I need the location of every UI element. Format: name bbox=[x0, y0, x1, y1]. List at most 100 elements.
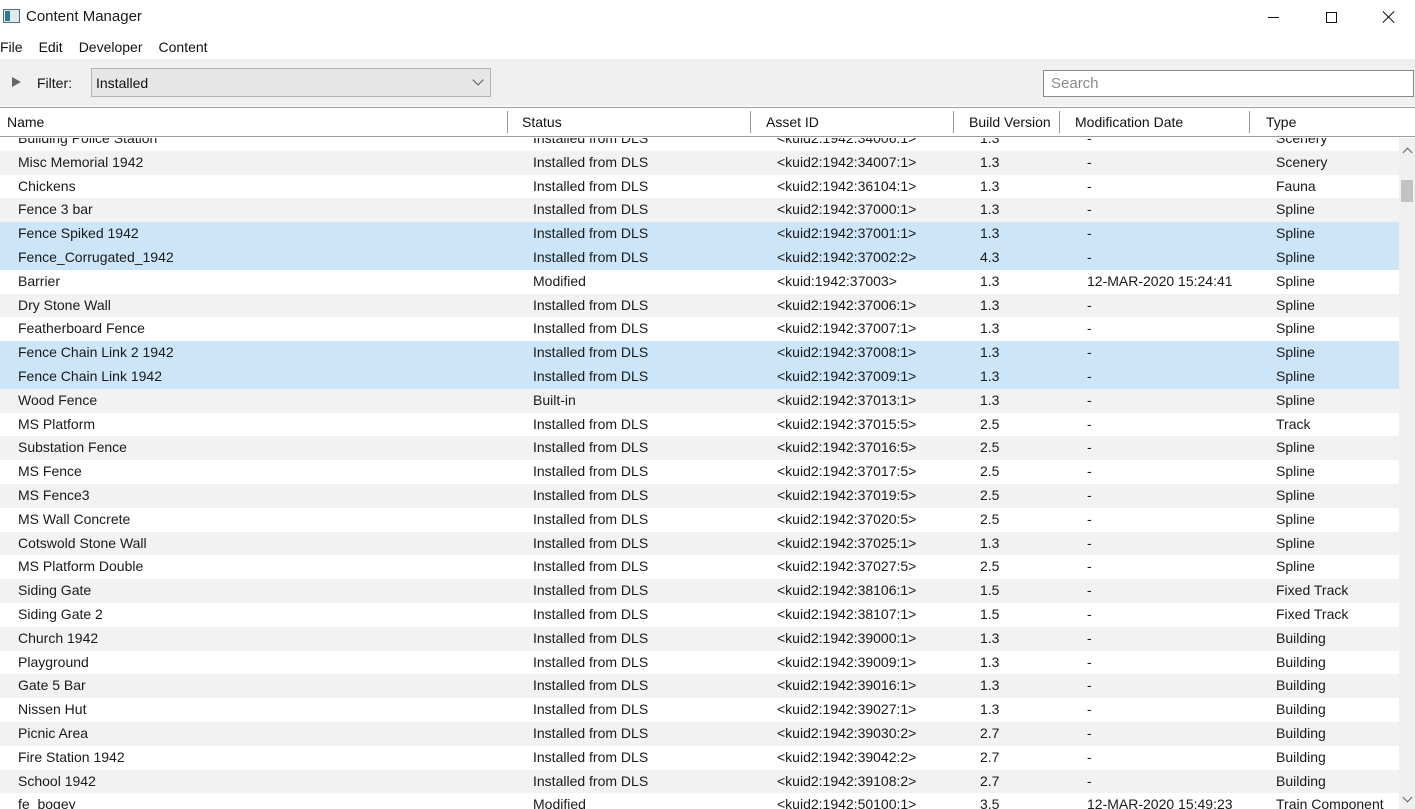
cell-build-version: 2.5 bbox=[980, 558, 1000, 575]
cell-build-version: 1.5 bbox=[980, 605, 1000, 622]
column-resize-handle[interactable] bbox=[953, 111, 954, 133]
cell-build-version: 1.3 bbox=[980, 177, 1000, 194]
column-resize-handle[interactable] bbox=[750, 111, 751, 133]
cell-modification-date: - bbox=[1087, 582, 1092, 599]
column-resize-handle[interactable] bbox=[1059, 111, 1060, 133]
vertical-scrollbar[interactable] bbox=[1399, 138, 1415, 809]
cell-status: Installed from DLS bbox=[533, 153, 649, 170]
cell-status: Installed from DLS bbox=[533, 296, 649, 313]
cell-build-version: 2.5 bbox=[980, 463, 1000, 480]
column-header-asset-id[interactable]: Asset ID bbox=[766, 114, 819, 130]
cell-asset-id: <kuid2:1942:38106:1> bbox=[777, 582, 917, 599]
cell-status: Installed from DLS bbox=[533, 177, 649, 194]
filter-dropdown[interactable]: Installed bbox=[91, 68, 491, 97]
cell-name: Building Police Station bbox=[18, 138, 158, 146]
table-row[interactable]: School 1942 Installed from DLS <kuid2:1942… bbox=[0, 769, 1399, 794]
cell-asset-id: <kuid2:1942:39030:2> bbox=[777, 724, 917, 741]
cell-build-version: 1.3 bbox=[980, 272, 1000, 289]
cell-asset-id: <kuid2:1942:50100:1> bbox=[777, 796, 917, 809]
table-row[interactable]: Gate 5 Bar Installed from DLS <kuid2:1942:… bbox=[0, 674, 1399, 699]
table-row[interactable]: Siding Gate 2 Installed from DLS <kuid2:19… bbox=[0, 602, 1399, 627]
table-row[interactable]: MS Wall Concrete Installed from DLS <kuid2… bbox=[0, 507, 1399, 532]
cell-modification-date: - bbox=[1087, 653, 1092, 670]
search-input[interactable] bbox=[1044, 71, 1413, 96]
table-row[interactable]: MS Fence3 Installed from DLS <kuid2:1942:3… bbox=[0, 483, 1399, 508]
menu-content[interactable]: Content bbox=[151, 36, 216, 58]
cell-name: Wood Fence bbox=[18, 391, 98, 408]
cell-build-version: 1.3 bbox=[980, 225, 1000, 242]
table-row[interactable]: MS Platform Double Installed from DLS <kui… bbox=[0, 555, 1399, 580]
table-row[interactable]: Fence Chain Link 1942 Installed from DLS <… bbox=[0, 364, 1399, 389]
filter-label: Filter: bbox=[37, 75, 72, 91]
cell-modification-date: - bbox=[1087, 772, 1092, 789]
column-resize-handle[interactable] bbox=[507, 111, 508, 133]
table-row[interactable]: Picnic Area Installed from DLS <kuid2:1942… bbox=[0, 721, 1399, 746]
cell-build-version: 1.3 bbox=[980, 367, 1000, 384]
cell-status: Installed from DLS bbox=[533, 724, 649, 741]
cell-status: Installed from DLS bbox=[533, 248, 649, 265]
scroll-thumb[interactable] bbox=[1401, 180, 1413, 202]
column-header-type[interactable]: Type bbox=[1266, 114, 1296, 130]
cell-asset-id: <kuid2:1942:37015:5> bbox=[777, 415, 917, 432]
table-row[interactable]: Fence 3 bar Installed from DLS <kuid2:1942… bbox=[0, 198, 1399, 223]
table-row[interactable]: Featherboard Fence Installed from DLS <kui… bbox=[0, 317, 1399, 342]
search-box[interactable] bbox=[1043, 70, 1414, 97]
scroll-down-button[interactable] bbox=[1399, 791, 1415, 807]
table-row[interactable]: Chickens Installed from DLS <kuid2:1942:36… bbox=[0, 174, 1399, 199]
cell-name: Fence 3 bar bbox=[18, 201, 93, 218]
cell-build-version: 1.3 bbox=[980, 677, 1000, 694]
cell-type: Fixed Track bbox=[1276, 605, 1349, 622]
table-row[interactable]: Cotswold Stone Wall Installed from DLS <ku… bbox=[0, 531, 1399, 556]
table-row[interactable]: MS Platform Installed from DLS <kuid2:1942… bbox=[0, 412, 1399, 437]
cell-build-version: 1.3 bbox=[980, 320, 1000, 337]
cell-status: Installed from DLS bbox=[533, 367, 649, 384]
maximize-button[interactable] bbox=[1302, 0, 1360, 34]
cell-type: Spline bbox=[1276, 272, 1315, 289]
expand-triangle-icon[interactable] bbox=[12, 77, 21, 87]
cell-name: MS Fence3 bbox=[18, 486, 90, 503]
cell-asset-id: <kuid2:1942:39016:1> bbox=[777, 677, 917, 694]
cell-build-version: 3.5 bbox=[980, 796, 1000, 809]
cell-type: Scenery bbox=[1276, 138, 1328, 146]
column-header-build-version[interactable]: Build Version bbox=[969, 114, 1051, 130]
scroll-up-button[interactable] bbox=[1399, 142, 1415, 158]
column-header-modification-date[interactable]: Modification Date bbox=[1075, 114, 1183, 130]
menu-developer[interactable]: Developer bbox=[71, 36, 151, 58]
table-row[interactable]: Fence_Corrugated_1942 Installed from DLS <… bbox=[0, 245, 1399, 270]
cell-name: Siding Gate bbox=[18, 582, 92, 599]
table-row[interactable]: Fence Chain Link 2 1942 Installed from DL… bbox=[0, 341, 1399, 365]
cell-modification-date: - bbox=[1087, 724, 1092, 741]
cell-build-version: 1.3 bbox=[980, 391, 1000, 408]
cell-asset-id: <kuid2:1942:37006:1> bbox=[777, 296, 917, 313]
table-row[interactable]: Barrier Modified <kuid:1942:37003> 1.3 12-MA… bbox=[0, 269, 1399, 294]
cell-modification-date: - bbox=[1087, 629, 1092, 646]
scroll-up-arrow-icon bbox=[1402, 147, 1412, 157]
table-row[interactable]: Substation Fence Installed from DLS <kuid2… bbox=[0, 436, 1399, 461]
menu-edit[interactable]: Edit bbox=[31, 36, 71, 58]
menu-file[interactable]: File bbox=[0, 36, 31, 58]
table-row[interactable]: Wood Fence Built-in <kuid2:1942:37013:1> 1.… bbox=[0, 388, 1399, 413]
cell-status: Modified bbox=[533, 272, 586, 289]
table-row[interactable]: MS Fence Installed from DLS <kuid2:1942:37… bbox=[0, 460, 1399, 484]
table-row[interactable]: Building Police Station Installed from DL… bbox=[0, 138, 1399, 151]
column-resize-handle[interactable] bbox=[1249, 111, 1250, 133]
table-row[interactable]: Church 1942 Installed from DLS <kuid2:1942… bbox=[0, 626, 1399, 651]
table-row[interactable]: Playground Installed from DLS <kuid2:1942:… bbox=[0, 650, 1399, 675]
table-row[interactable]: Nissen Hut Installed from DLS <kuid2:1942:… bbox=[0, 698, 1399, 722]
column-header-status[interactable]: Status bbox=[522, 114, 562, 130]
cell-type: Building bbox=[1276, 629, 1326, 646]
cell-modification-date: - bbox=[1087, 201, 1092, 218]
table-row[interactable]: Fire Station 1942 Installed from DLS <kuid… bbox=[0, 745, 1399, 770]
table-row[interactable]: Fence Spiked 1942 Installed from DLS <kuid… bbox=[0, 222, 1399, 246]
cell-status: Built-in bbox=[533, 391, 576, 408]
table-row[interactable]: Siding Gate Installed from DLS <kuid2:1942… bbox=[0, 579, 1399, 603]
column-header-name[interactable]: Name bbox=[7, 114, 44, 130]
cell-modification-date: - bbox=[1087, 296, 1092, 313]
close-button[interactable] bbox=[1360, 0, 1415, 34]
cell-build-version: 1.3 bbox=[980, 653, 1000, 670]
minimize-button[interactable] bbox=[1244, 0, 1302, 34]
table-row[interactable]: Dry Stone Wall Installed from DLS <kuid2:1… bbox=[0, 293, 1399, 318]
table-header: Name Status Asset ID Build Version Modif… bbox=[0, 107, 1415, 137]
table-row[interactable]: fe_bogey Modified <kuid2:1942:50100:1> 3.5 1… bbox=[0, 793, 1399, 809]
table-row[interactable]: Misc Memorial 1942 Installed from DLS <kui… bbox=[0, 150, 1399, 175]
